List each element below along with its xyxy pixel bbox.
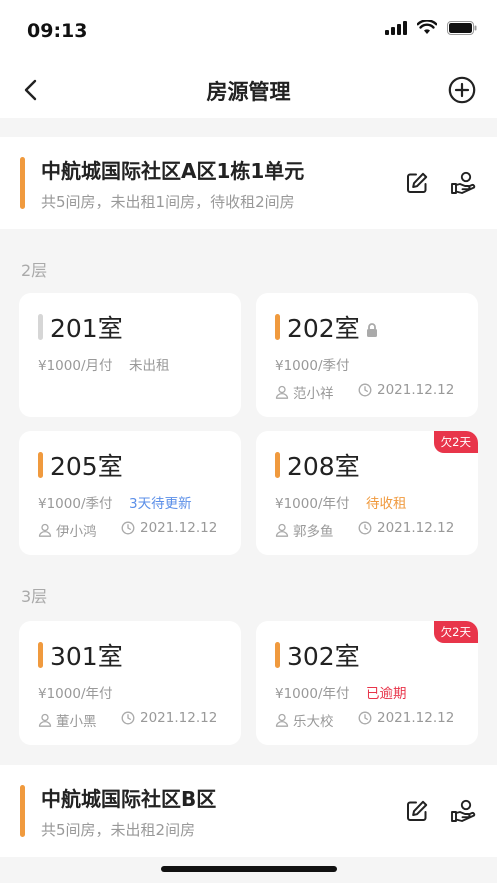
tenant-name: 范小祥 xyxy=(293,386,334,402)
room-status-bar xyxy=(38,314,43,340)
room-tenant: 乐大校 xyxy=(275,710,334,730)
tenant-name: 伊小鸿 xyxy=(56,524,97,540)
floor-label: 2层 xyxy=(21,261,48,280)
room-tenant: 郭多鱼 xyxy=(275,520,334,540)
room-price: ¥1000/年付 xyxy=(38,686,113,702)
room-price: ¥1000/年付 xyxy=(275,496,350,512)
home-indicator xyxy=(161,866,337,872)
overdue-badge: 欠2天 xyxy=(433,621,478,643)
room-card-205[interactable]: 205室 ¥1000/季付 3天待更新 伊小鸿 2021.12.12 xyxy=(19,431,241,555)
building-accent-bar xyxy=(20,785,25,837)
user-icon xyxy=(275,713,289,727)
room-number: 208室 xyxy=(287,452,360,481)
room-price: ¥1000/季付 xyxy=(275,358,350,374)
plus-circle-icon xyxy=(448,76,476,104)
building-accent-bar xyxy=(20,157,25,209)
date-value: 2021.12.12 xyxy=(377,710,455,726)
clock-icon xyxy=(121,711,135,725)
room-number: 201室 xyxy=(50,314,123,343)
floor-label: 3层 xyxy=(21,587,48,606)
building-name: 中航城国际社区B区 xyxy=(41,787,217,811)
tenant-name: 郭多鱼 xyxy=(293,524,334,540)
room-status-bar xyxy=(38,642,43,668)
room-card-202[interactable]: 202室 ¥1000/季付 范小祥 2021.12.12 xyxy=(256,293,478,417)
room-card-302[interactable]: 欠2天 302室 ¥1000/年付 已逾期 乐大校 2021.12.12 xyxy=(256,621,478,745)
tenant-name: 董小黑 xyxy=(56,714,97,730)
edit-icon xyxy=(407,800,428,821)
room-date: 2021.12.12 xyxy=(121,710,217,726)
overdue-badge: 欠2天 xyxy=(433,431,478,453)
room-price: ¥1000/年付 xyxy=(275,686,350,702)
user-icon xyxy=(38,523,52,537)
edit-building-button[interactable] xyxy=(403,169,431,197)
room-tenant: 范小祥 xyxy=(275,382,334,402)
clock-icon xyxy=(121,521,135,535)
room-status: 未出租 xyxy=(129,358,170,374)
tenant-name: 乐大校 xyxy=(293,714,334,730)
room-card-301[interactable]: 301室 ¥1000/年付 董小黑 2021.12.12 xyxy=(19,621,241,745)
room-number: 302室 xyxy=(287,642,360,671)
room-status-bar xyxy=(275,642,280,668)
edit-icon xyxy=(407,172,428,193)
user-icon xyxy=(275,385,289,399)
room-status: 待收租 xyxy=(366,496,407,512)
date-value: 2021.12.12 xyxy=(140,710,218,726)
collect-rent-button[interactable] xyxy=(449,797,477,825)
cellular-signal-icon xyxy=(385,20,407,35)
status-icons xyxy=(385,20,477,35)
building-name: 中航城国际社区A区1栋1单元 xyxy=(41,159,305,183)
user-icon xyxy=(38,713,52,727)
hand-coin-icon xyxy=(451,799,476,822)
date-value: 2021.12.12 xyxy=(140,520,218,536)
room-date: 2021.12.12 xyxy=(358,382,454,398)
room-status: 3天待更新 xyxy=(129,496,192,512)
clock-icon xyxy=(358,521,372,535)
date-value: 2021.12.12 xyxy=(377,382,455,398)
room-number: 202室 xyxy=(287,314,360,343)
clock-icon xyxy=(358,711,372,725)
room-number: 205室 xyxy=(50,452,123,481)
room-price: ¥1000/月付 xyxy=(38,358,113,374)
hand-coin-icon xyxy=(451,171,476,194)
room-status-bar xyxy=(38,452,43,478)
room-status-bar xyxy=(275,452,280,478)
add-button[interactable] xyxy=(445,73,479,107)
room-number: 301室 xyxy=(50,642,123,671)
lock-icon xyxy=(367,323,377,337)
wifi-icon xyxy=(417,20,437,34)
room-card-201[interactable]: 201室 ¥1000/月付 未出租 xyxy=(19,293,241,417)
building-card[interactable]: 中航城国际社区B区 共5间房，未出租2间房 xyxy=(0,765,497,857)
room-date: 2021.12.12 xyxy=(121,520,217,536)
user-icon xyxy=(275,523,289,537)
status-time: 09:13 xyxy=(27,20,88,42)
edit-building-button[interactable] xyxy=(403,797,431,825)
room-date: 2021.12.12 xyxy=(358,710,454,726)
battery-icon xyxy=(447,20,477,35)
room-status-bar xyxy=(275,314,280,340)
nav-bar: 房源管理 xyxy=(0,62,497,118)
room-status: 已逾期 xyxy=(366,686,407,702)
room-card-208[interactable]: 欠2天 208室 ¥1000/年付 待收租 郭多鱼 2021.12.12 xyxy=(256,431,478,555)
room-tenant: 伊小鸿 xyxy=(38,520,97,540)
room-price: ¥1000/季付 xyxy=(38,496,113,512)
page-title: 房源管理 xyxy=(206,80,291,104)
room-date: 2021.12.12 xyxy=(358,520,454,536)
date-value: 2021.12.12 xyxy=(377,520,455,536)
status-bar: 09:13 xyxy=(0,0,497,62)
collect-rent-button[interactable] xyxy=(449,169,477,197)
building-card[interactable]: 中航城国际社区A区1栋1单元 共5间房，未出租1间房，待收租2间房 xyxy=(0,137,497,229)
building-summary: 共5间房，未出租2间房 xyxy=(41,821,196,839)
building-summary: 共5间房，未出租1间房，待收租2间房 xyxy=(41,193,295,211)
room-tenant: 董小黑 xyxy=(38,710,97,730)
clock-icon xyxy=(358,383,372,397)
